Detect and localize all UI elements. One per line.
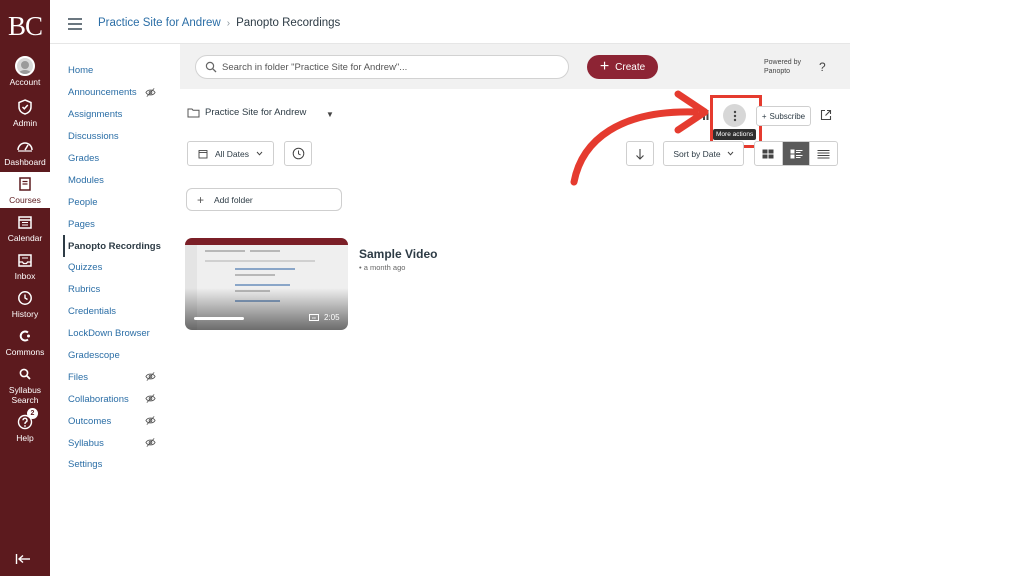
grid-view-button[interactable] — [755, 142, 783, 165]
breadcrumb-current: Panopto Recordings — [236, 17, 341, 29]
clock-icon — [15, 288, 35, 308]
list-view-button[interactable] — [810, 142, 837, 165]
course-nav-files[interactable]: Files — [63, 366, 163, 388]
course-nav-grades[interactable]: Grades — [63, 148, 163, 170]
global-nav-calendar[interactable]: Calendar — [0, 212, 50, 246]
date-filter-dropdown[interactable]: All Dates — [187, 141, 274, 166]
book-icon — [15, 174, 35, 194]
course-nav-modules[interactable]: Modules — [63, 169, 163, 191]
plus-icon: + — [197, 192, 205, 207]
course-nav-lockdown-browser[interactable]: LockDown Browser — [63, 323, 163, 345]
course-nav-home[interactable]: Home — [63, 60, 163, 82]
global-nav-help[interactable]: 2 Help — [0, 408, 50, 446]
course-nav-settings[interactable]: Settings — [63, 454, 163, 476]
recent-filter-button[interactable] — [284, 141, 312, 166]
page: BC Account Admin Dashboard Courses Calen… — [0, 0, 1024, 576]
video-thumbnail[interactable]: cc 2:05 — [185, 238, 348, 330]
chevron-down-icon[interactable]: ▼ — [326, 110, 334, 119]
course-nav-credentials[interactable]: Credentials — [63, 301, 163, 323]
subscribe-button[interactable]: + Subscribe — [756, 106, 811, 126]
hidden-eye-icon — [145, 438, 156, 448]
course-nav-people[interactable]: People — [63, 191, 163, 213]
course-nav-outcomes[interactable]: Outcomes — [63, 410, 163, 432]
collapse-nav-icon[interactable] — [15, 552, 31, 568]
breadcrumb: Practice Site for Andrew › Panopto Recor… — [98, 17, 340, 29]
course-nav-assignments[interactable]: Assignments — [63, 104, 163, 126]
course-nav-discussions[interactable]: Discussions — [63, 126, 163, 148]
course-nav: Home Announcements Assignments Discussio… — [63, 60, 163, 476]
global-nav-admin[interactable]: Admin — [0, 97, 50, 131]
add-folder-button[interactable]: + Add folder — [186, 188, 342, 211]
calendar-icon — [15, 212, 35, 232]
help-button[interactable]: ? — [819, 60, 826, 74]
folder-selector[interactable]: Practice Site for Andrew — [187, 107, 306, 118]
global-nav: BC Account Admin Dashboard Courses Calen… — [0, 0, 50, 576]
dashboard-icon — [15, 136, 35, 156]
course-nav-rubrics[interactable]: Rubrics — [63, 279, 163, 301]
breadcrumb-separator: › — [226, 17, 231, 29]
commons-icon — [15, 326, 35, 346]
plus-icon: + — [599, 58, 610, 75]
course-nav-panopto-recordings[interactable]: Panopto Recordings — [63, 235, 163, 258]
view-mode-toggle — [754, 141, 838, 166]
calendar-icon — [198, 149, 208, 158]
chevron-down-icon — [256, 151, 263, 156]
shield-icon — [15, 97, 35, 117]
video-progress-bar — [194, 317, 244, 320]
create-button[interactable]: + Create — [587, 55, 658, 79]
search-icon — [15, 364, 35, 384]
help-badge: 2 — [27, 408, 38, 419]
hamburger-menu-icon[interactable] — [68, 18, 82, 30]
inbox-icon — [15, 250, 35, 270]
course-nav-pages[interactable]: Pages — [63, 213, 163, 235]
captions-icon: cc — [309, 314, 319, 321]
global-nav-history[interactable]: History — [0, 288, 50, 322]
list-icon — [817, 149, 830, 158]
clock-icon — [292, 147, 304, 160]
course-nav-gradescope[interactable]: Gradescope — [63, 345, 163, 367]
video-title[interactable]: Sample Video — [359, 247, 437, 261]
global-nav-dashboard[interactable]: Dashboard — [0, 136, 50, 170]
hidden-eye-icon — [145, 394, 156, 404]
grid-icon — [762, 149, 774, 158]
course-nav-announcements[interactable]: Announcements — [63, 82, 163, 104]
hidden-eye-icon — [145, 87, 156, 97]
breadcrumb-course-link[interactable]: Practice Site for Andrew — [98, 17, 221, 29]
logo[interactable]: BC — [0, 4, 50, 48]
global-nav-commons[interactable]: Commons — [0, 326, 50, 358]
search-input[interactable]: Search in folder "Practice Site for Andr… — [195, 55, 569, 79]
course-nav-collaborations[interactable]: Collaborations — [63, 388, 163, 410]
course-nav-syllabus[interactable]: Syllabus — [63, 432, 163, 454]
hidden-eye-icon — [145, 372, 156, 382]
annotation-arrow-icon — [570, 90, 709, 186]
video-duration: 2:05 — [324, 313, 340, 322]
detail-list-icon — [790, 149, 802, 158]
plus-icon: + — [761, 111, 767, 121]
detail-view-button[interactable] — [782, 142, 811, 165]
global-nav-syllabus-search[interactable]: Syllabus Search — [0, 364, 50, 406]
global-nav-courses[interactable]: Courses — [0, 172, 50, 208]
powered-by-panopto: Powered by Panopto — [764, 59, 801, 75]
video-meta: • a month ago — [359, 263, 406, 272]
hidden-eye-icon — [145, 416, 156, 426]
global-nav-account[interactable]: Account — [0, 56, 50, 92]
chevron-down-icon — [727, 151, 733, 156]
search-icon — [205, 61, 217, 73]
avatar-icon — [15, 56, 35, 76]
external-link-icon[interactable] — [820, 109, 832, 121]
course-nav-quizzes[interactable]: Quizzes — [63, 257, 163, 279]
global-nav-inbox[interactable]: Inbox — [0, 250, 50, 284]
folder-icon — [187, 108, 200, 118]
search-placeholder: Search in folder "Practice Site for Andr… — [222, 61, 408, 73]
